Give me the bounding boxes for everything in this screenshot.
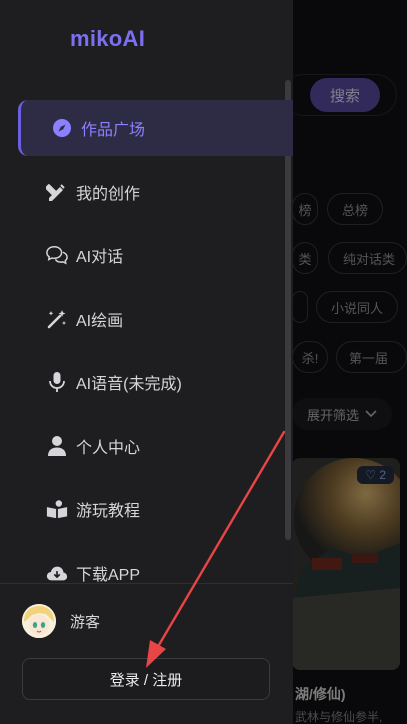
login-register-button[interactable]: 登录 / 注册 [22,658,270,700]
user-info[interactable]: 游客 [22,604,100,638]
sidebar-item-download-app[interactable]: 下载APP [18,545,293,601]
sidebar-item-label: AI绘画 [76,312,124,330]
divider [0,583,293,584]
person-icon [46,435,68,457]
sidebar-item-label: 作品广场 [81,122,146,139]
sidebar-item-ai-painting[interactable]: AI绘画 [18,291,293,347]
side-drawer: mikoAI 作品广场 我的创作 AI对话 AI绘画 AI语音(未完成) 个人中… [0,0,293,724]
sidebar-item-ai-voice[interactable]: AI语音(未完成) [18,354,293,410]
drawer-backdrop[interactable] [293,0,407,724]
sidebar-item-label: 个人中心 [76,439,141,457]
cloud-download-icon [46,562,68,584]
sidebar-item-ai-chat[interactable]: AI对话 [18,227,293,283]
sidebar-item-label: 游玩教程 [76,503,141,520]
sidebar-item-label: AI语音(未完成) [76,376,182,393]
compass-icon [51,117,73,139]
sidebar-item-profile[interactable]: 个人中心 [18,418,293,474]
app-logo[interactable]: mikoAI [70,26,145,52]
magic-wand-icon [46,308,68,330]
user-name: 游客 [70,613,101,631]
book-reader-icon [46,498,68,520]
sidebar-item-label: AI对话 [76,249,124,266]
sidebar-item-my-creations[interactable]: 我的创作 [18,164,293,220]
microphone-icon [46,371,68,393]
sidebar-item-label: 我的创作 [76,185,141,203]
pen-ruler-icon [46,181,68,203]
sidebar-item-tutorial[interactable]: 游玩教程 [18,481,293,537]
avatar[interactable] [22,604,56,638]
sidebar-item-works-square[interactable]: 作品广场 [18,100,293,156]
sidebar-item-label: 下载APP [76,566,141,584]
sidebar-menu: 作品广场 我的创作 AI对话 AI绘画 AI语音(未完成) 个人中心 游玩教程 … [18,100,293,608]
chat-bubbles-icon [46,244,68,266]
